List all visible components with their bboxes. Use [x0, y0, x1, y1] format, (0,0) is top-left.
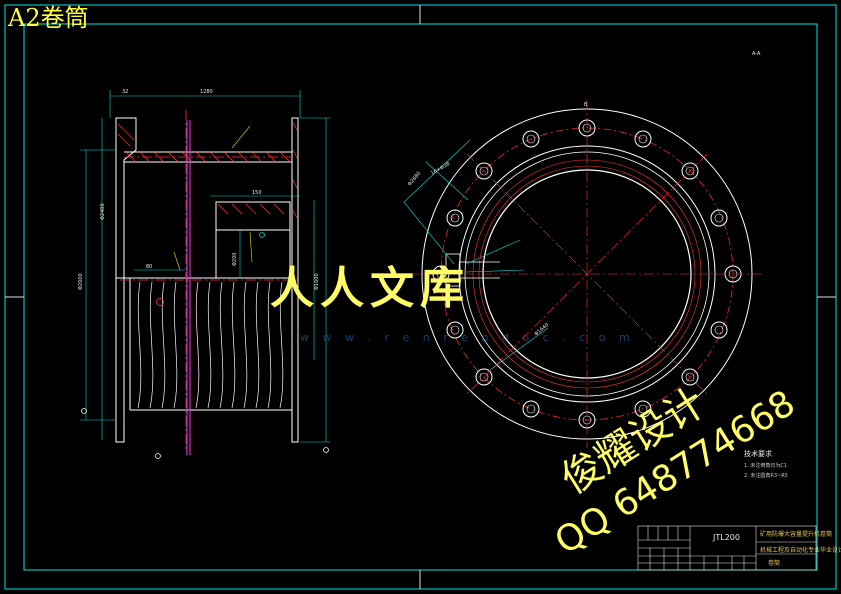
shaft-line	[186, 120, 191, 455]
svg-text:150: 150	[252, 190, 262, 196]
svg-text:A-A: A-A	[752, 51, 761, 57]
svg-text:16×Φ38: 16×Φ38	[430, 161, 451, 177]
title-block-part: 卷筒	[768, 560, 781, 567]
section-hatching	[117, 121, 298, 219]
site-url-watermark: w w w . r e n r e n d o c . c o m	[300, 331, 635, 344]
svg-text:Φ200: Φ200	[232, 253, 238, 266]
svg-text:80: 80	[146, 264, 152, 270]
site-watermark: 人人文库	[270, 263, 470, 314]
svg-text:B: B	[584, 102, 588, 108]
svg-text:Φ2000: Φ2000	[78, 273, 84, 290]
svg-text:Φ2680: Φ2680	[407, 171, 422, 188]
svg-text:1280: 1280	[200, 89, 213, 95]
tech-note-1: 1. 未注倒角均为C1	[744, 463, 788, 469]
tech-notes-heading: 技术要求	[744, 450, 772, 458]
title-block-code: JTL200	[713, 533, 740, 542]
title-block-school: 机械工程及自动化专业毕业设计	[760, 547, 841, 554]
svg-text:Φ2400: Φ2400	[100, 203, 106, 220]
rope-grooves	[137, 281, 284, 409]
title-block-project: 矿用防爆大容量提升机卷筒	[760, 531, 833, 538]
tech-note-2: 2. 未注圆角R3~R5	[744, 473, 788, 479]
svg-text:32: 32	[122, 89, 128, 95]
drawing-title: A2卷筒	[8, 4, 89, 32]
